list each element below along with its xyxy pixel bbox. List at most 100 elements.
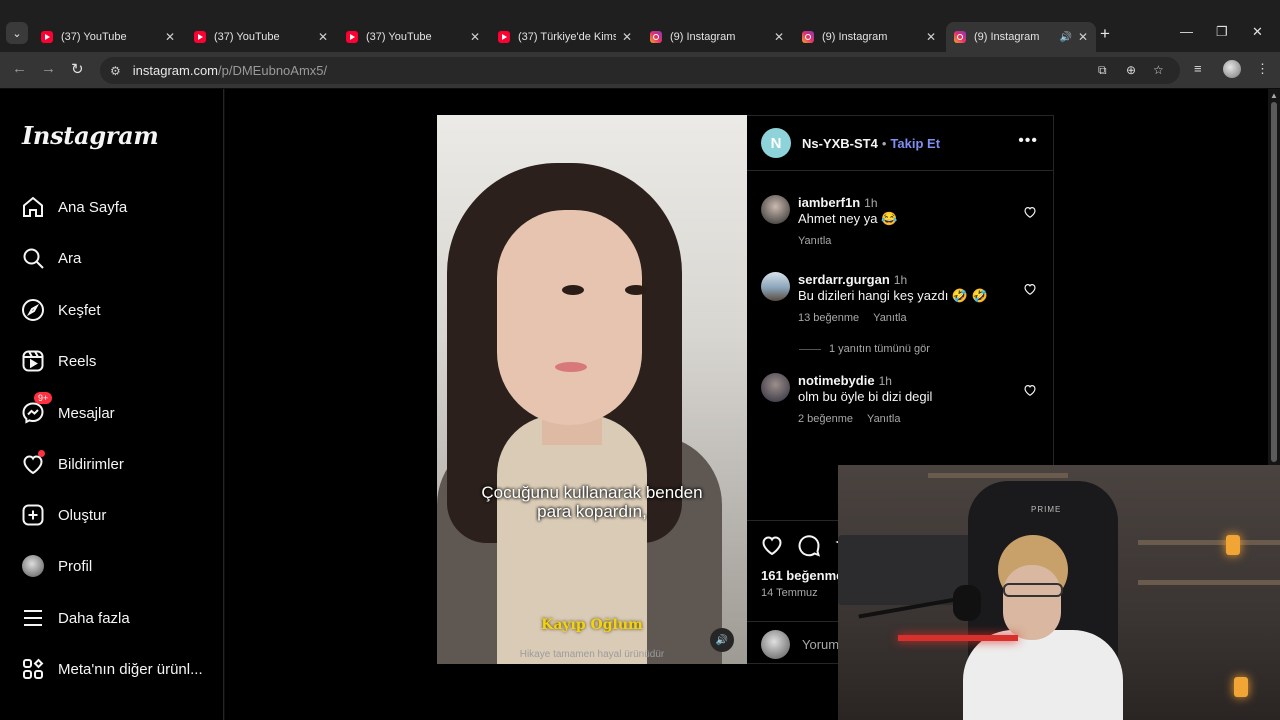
- scrollbar-thumb[interactable]: [1271, 102, 1277, 462]
- reply-link[interactable]: Yanıtla: [867, 413, 900, 425]
- commenter-username[interactable]: notimebydie: [798, 373, 875, 388]
- browser-profile-avatar[interactable]: [1223, 60, 1241, 78]
- like-count[interactable]: 161 beğenme: [761, 568, 843, 583]
- sidebar-item-label: Ara: [58, 249, 82, 267]
- url-path: /p/DMEubnoAmx5/: [218, 63, 328, 78]
- instagram-icon: [954, 31, 966, 43]
- comment-like-count[interactable]: 2 beğenme: [798, 413, 853, 425]
- audio-toggle-button[interactable]: 🔊: [710, 628, 734, 652]
- more-options-icon[interactable]: •••: [1018, 132, 1038, 150]
- sidebar-item-label: Ana Sayfa: [58, 198, 128, 216]
- media-control-icon[interactable]: ≡: [1194, 61, 1202, 76]
- current-user-avatar: [761, 629, 790, 659]
- tab-instagram-active[interactable]: (9) Instagram 🔊 ✕: [946, 22, 1096, 52]
- back-icon[interactable]: ←: [12, 60, 27, 77]
- restore-icon[interactable]: ❐: [1216, 24, 1228, 40]
- commenter-username[interactable]: serdarr.gurgan: [798, 272, 890, 287]
- comment-header: notimebydie 1h: [798, 373, 892, 388]
- view-replies-link[interactable]: 1 yanıtın tümünü gör: [799, 343, 930, 355]
- instagram-logo[interactable]: Instagram: [22, 121, 159, 150]
- video-figure-face: [497, 210, 642, 425]
- sidebar-item-label: Oluştur: [58, 506, 107, 524]
- ig-sidebar: Instagram Ana Sayfa Ara Keşfet Reels 9+ …: [0, 89, 224, 720]
- comment-like-icon[interactable]: [1023, 383, 1037, 397]
- tab-search-button[interactable]: ⌄: [6, 22, 28, 44]
- comment-like-icon[interactable]: [1023, 205, 1037, 219]
- like-icon[interactable]: [760, 533, 784, 557]
- comment-meta: Yanıtla: [798, 235, 831, 247]
- kebab-menu-icon[interactable]: ⋮: [1256, 61, 1269, 77]
- streamer-shirt: [963, 630, 1123, 720]
- microphone: [953, 585, 981, 621]
- commenter-avatar[interactable]: [761, 272, 790, 301]
- replies-divider: [799, 348, 821, 350]
- candle-lamp: [1226, 535, 1240, 555]
- sidebar-item-label: Bildirimler: [58, 455, 124, 473]
- comment-like-count[interactable]: 13 beğenme: [798, 312, 859, 324]
- sidebar-item-label: Reels: [58, 352, 97, 370]
- sidebar-item-explore[interactable]: Keşfet: [20, 290, 216, 330]
- tab-label: (37) YouTube: [366, 31, 432, 43]
- separator-dot: •: [881, 135, 887, 151]
- window-close-icon[interactable]: ✕: [1252, 24, 1263, 40]
- follow-button[interactable]: Takip Et: [890, 136, 940, 151]
- video-figure-eye: [562, 285, 584, 295]
- comment-text: Ahmet ney ya 😂: [798, 211, 898, 226]
- sidebar-item-reels[interactable]: Reels: [20, 341, 216, 381]
- comment-time: 1h: [878, 374, 892, 388]
- comment-like-icon[interactable]: [1023, 282, 1037, 296]
- close-icon[interactable]: ✕: [318, 30, 328, 44]
- tab-instagram-1[interactable]: (9) Instagram ✕: [642, 22, 792, 52]
- sidebar-item-messages[interactable]: 9+ Mesajlar: [20, 392, 216, 433]
- close-icon[interactable]: ✕: [165, 30, 175, 44]
- comment-input[interactable]: Yorum: [802, 637, 839, 652]
- minimize-icon[interactable]: —: [1180, 24, 1193, 39]
- sidebar-item-home[interactable]: Ana Sayfa: [20, 187, 216, 227]
- tab-youtube-4[interactable]: (37) Türkiye'de Kimse ✕: [490, 22, 640, 52]
- profile-avatar: [20, 553, 46, 579]
- address-bar[interactable]: ⚙ instagram.com /p/DMEubnoAmx5/ ⧉ ⊕ ☆: [100, 57, 1180, 84]
- reply-link[interactable]: Yanıtla: [798, 235, 831, 247]
- commenter-username[interactable]: iamberf1n: [798, 195, 860, 210]
- forward-icon[interactable]: →: [41, 60, 56, 77]
- sidebar-item-notifications[interactable]: Bildirimler: [20, 444, 216, 484]
- comment-icon[interactable]: [797, 533, 821, 557]
- reload-icon[interactable]: ↻: [71, 60, 84, 78]
- tab-label: (37) YouTube: [214, 31, 280, 43]
- explore-icon: [20, 297, 46, 323]
- sidebar-item-meta-apps[interactable]: Meta'nın diğer ürünl...: [20, 649, 216, 689]
- commenter-avatar[interactable]: [761, 373, 790, 402]
- url-host: instagram.com: [132, 63, 219, 78]
- author-username[interactable]: Ns-YXB-ST4: [802, 136, 878, 151]
- post-video[interactable]: Çocuğunu kullanarak benden para kopardın…: [437, 115, 747, 664]
- scroll-up-icon[interactable]: ▲: [1270, 91, 1278, 100]
- browser-toolbar: ← → ↻ ⚙ instagram.com /p/DMEubnoAmx5/ ⧉ …: [0, 52, 1280, 88]
- close-icon[interactable]: ✕: [1078, 30, 1088, 44]
- close-icon[interactable]: ✕: [470, 30, 480, 44]
- sidebar-item-create[interactable]: Oluştur: [20, 495, 216, 535]
- sidebar-item-more[interactable]: Daha fazla: [20, 598, 216, 638]
- chair-brand-logo: PRIME: [1031, 505, 1062, 514]
- sidebar-item-search[interactable]: Ara: [20, 238, 216, 278]
- site-settings-icon[interactable]: ⚙: [110, 64, 121, 78]
- create-icon: [20, 502, 46, 528]
- install-app-icon[interactable]: ⧉: [1098, 57, 1107, 84]
- tab-youtube-2[interactable]: (37) YouTube ✕: [186, 22, 336, 52]
- commenter-avatar[interactable]: [761, 195, 790, 224]
- led-strip: [898, 635, 1018, 641]
- close-icon[interactable]: ✕: [622, 30, 632, 44]
- bookmark-star-icon[interactable]: ☆: [1153, 57, 1164, 84]
- new-tab-button[interactable]: +: [1100, 24, 1110, 44]
- tab-youtube-3[interactable]: (37) YouTube ✕: [338, 22, 488, 52]
- speaker-icon[interactable]: 🔊: [1059, 32, 1071, 43]
- author-avatar[interactable]: N: [761, 128, 791, 158]
- sidebar-item-profile[interactable]: Profil: [20, 546, 216, 586]
- comment-time: 1h: [864, 196, 878, 210]
- tab-instagram-2[interactable]: (9) Instagram ✕: [794, 22, 944, 52]
- tab-youtube-1[interactable]: (37) YouTube ✕: [33, 22, 183, 52]
- close-icon[interactable]: ✕: [774, 30, 784, 44]
- reply-link[interactable]: Yanıtla: [873, 312, 906, 324]
- video-figure-lips: [555, 362, 587, 372]
- close-icon[interactable]: ✕: [926, 30, 936, 44]
- zoom-icon[interactable]: ⊕: [1126, 57, 1136, 84]
